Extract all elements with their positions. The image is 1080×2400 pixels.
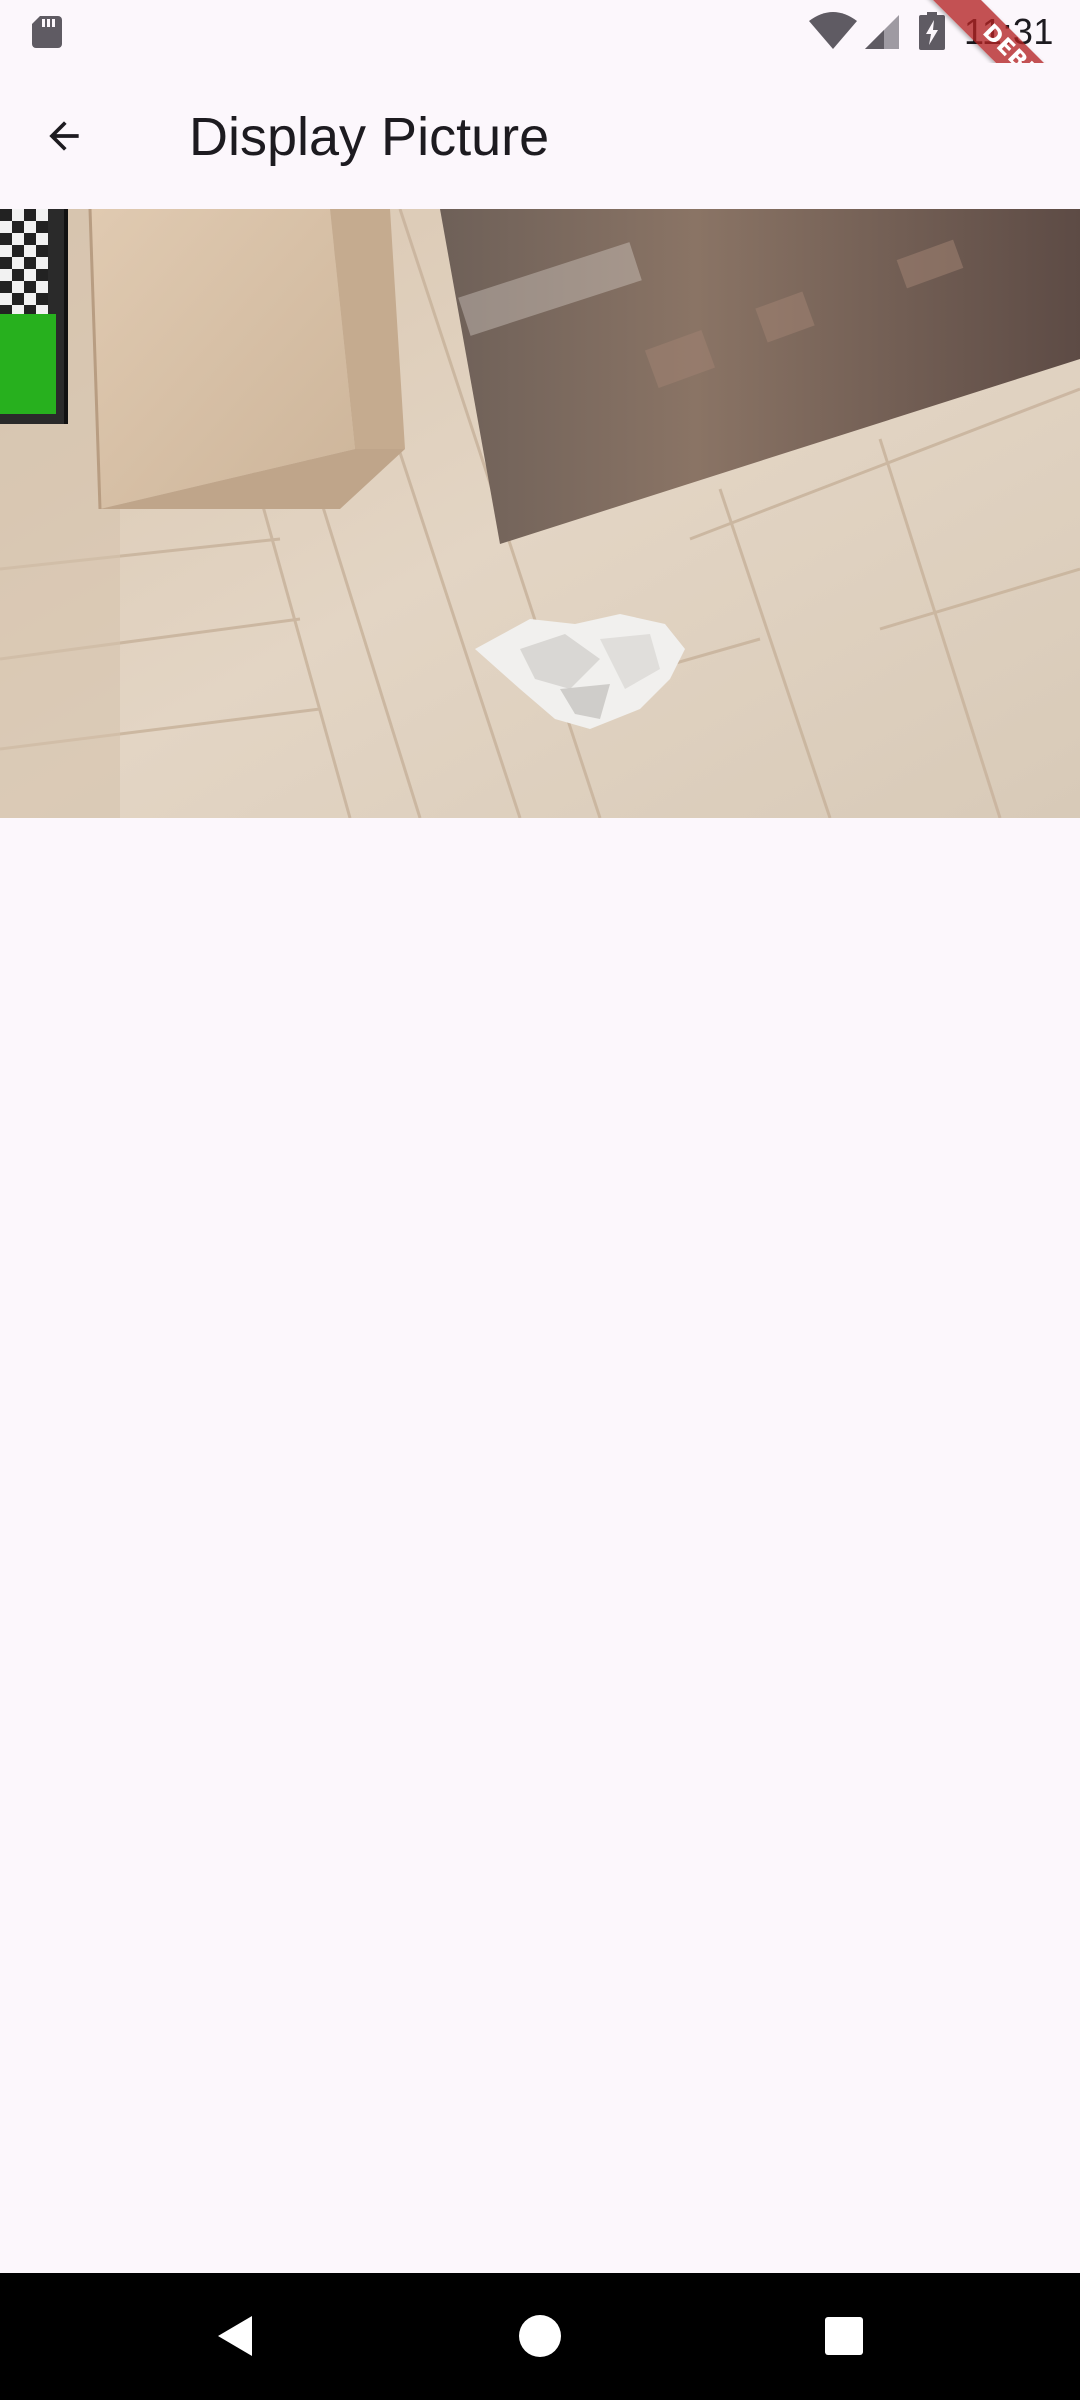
recents-square-icon (825, 2317, 863, 2355)
navigation-bar (0, 2273, 1080, 2400)
sd-card-icon (32, 16, 62, 48)
back-triangle-icon (218, 2316, 252, 2356)
screen: 11:31 DEBUG Display Picture (0, 0, 1080, 2400)
cell-signal-icon (865, 15, 899, 49)
arrow-back-icon (49, 121, 79, 151)
nav-recents-button[interactable] (811, 2303, 877, 2369)
nav-back-button[interactable] (203, 2303, 269, 2369)
page-title: Display Picture (189, 107, 550, 167)
status-bar: 11:31 (0, 0, 1080, 63)
status-time: 11:31 (964, 11, 1054, 52)
captured-photo (0, 209, 1080, 818)
app-bar: Display Picture (0, 63, 1080, 209)
back-button[interactable] (32, 104, 96, 168)
nav-home-button[interactable] (507, 2303, 573, 2369)
wifi-icon (809, 12, 857, 49)
battery-charging-icon (919, 12, 945, 50)
home-circle-icon (519, 2315, 561, 2357)
